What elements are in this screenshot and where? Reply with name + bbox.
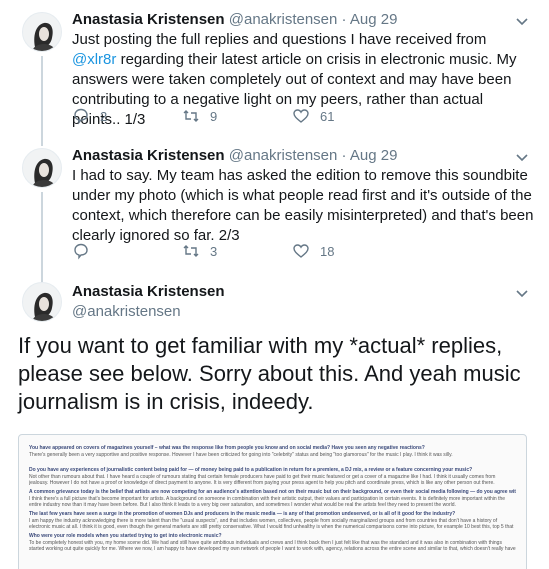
avatar-portrait-icon [31,292,57,321]
like-count: 18 [320,243,335,259]
main-tweet-text: If you want to get familiar with my *act… [18,333,521,414]
document-answer: I am happy the industry acknowledging th… [29,518,514,530]
tweet-text-part: Just posting the full replies and questi… [72,31,487,48]
author-handle[interactable]: @anakristensen [229,11,338,28]
tweet-date[interactable]: Aug 29 [350,147,398,164]
like-button[interactable]: 61 [292,107,402,125]
reply-button[interactable] [72,242,182,260]
like-count: 61 [320,108,335,124]
chevron-down-icon[interactable] [513,12,531,30]
avatar-portrait-icon [31,158,57,187]
document-answer: There's generally been a very supportive… [29,452,453,458]
document-question: A common grievance today is the belief t… [29,489,516,495]
author-handle[interactable]: @anakristensen [72,302,181,322]
tweet-1[interactable]: Anastasia Kristensen @anakristensen · Au… [0,10,549,146]
thread-line [41,192,43,282]
author-name[interactable]: Anastasia Kristensen [72,282,225,302]
heart-icon [293,109,309,123]
document-question: Do you have any experiences of journalis… [29,467,473,473]
avatar[interactable] [22,12,62,52]
retweet-button[interactable]: 3 [182,242,292,260]
document-answer: To be completely honest with you, my hom… [29,540,516,552]
tweet-text: I had to say. My team has asked the edit… [72,167,534,244]
retweet-icon [183,110,199,122]
chevron-down-icon[interactable] [513,284,531,302]
document-answer: Not other than rumours about that. I hav… [29,474,496,486]
author-handle[interactable]: @anakristensen [229,147,338,164]
tweet-actions: 3 18 [72,242,402,260]
chevron-down-icon[interactable] [513,148,531,166]
tweet-date[interactable]: Aug 29 [350,11,398,28]
reply-count: 2 [100,108,108,124]
retweet-count: 3 [210,243,218,259]
retweet-button[interactable]: 9 [182,107,292,125]
like-button[interactable]: 18 [292,242,402,260]
retweet-icon [183,245,199,257]
tweet-actions: 2 9 61 [72,107,402,125]
separator-dot: · [341,11,347,28]
tweet-header: Anastasia Kristensen @anakristensen · Au… [72,146,397,166]
tweet-2[interactable]: Anastasia Kristensen @anakristensen · Au… [0,146,549,282]
document-answer: I think there's a full picture that's be… [29,496,506,508]
reply-button[interactable]: 2 [72,107,182,125]
retweet-count: 9 [210,108,218,124]
avatar-portrait-icon [31,22,57,51]
avatar[interactable] [22,282,62,322]
separator-dot: · [341,147,347,164]
avatar[interactable] [22,148,62,188]
tweet-header: Anastasia Kristensen @anakristensen · Au… [72,10,397,30]
attached-document-image[interactable]: You have appeared on covers of magazines… [18,434,527,569]
mention-link[interactable]: @xlr8r [72,51,116,68]
reply-icon [74,108,88,125]
author-name[interactable]: Anastasia Kristensen [72,147,225,164]
reply-icon [74,243,88,260]
heart-icon [293,244,309,258]
author-name[interactable]: Anastasia Kristensen [72,11,225,28]
document-question: Who were your role models when you start… [29,533,222,539]
thread-line [41,56,43,146]
document-question: The last few years have seen a surge in … [29,511,456,517]
document-question: You have appeared on covers of magazines… [29,445,425,451]
